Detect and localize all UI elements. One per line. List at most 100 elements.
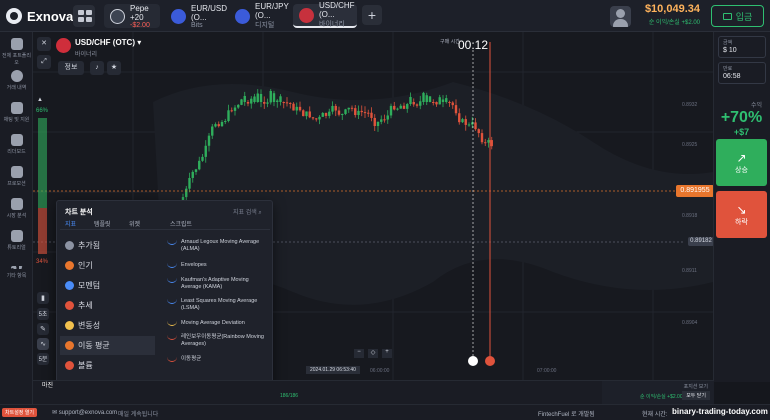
candle-body (448, 102, 451, 103)
live-chat-button[interactable]: 차트설정 열기 (2, 408, 37, 417)
close-icon[interactable]: ✕ (37, 37, 51, 51)
expiry-field[interactable]: 만료 06:58 (718, 62, 766, 84)
sidebar-item-analysis[interactable]: 시장 분석 (0, 198, 33, 219)
tab-indicators[interactable]: 지표 (65, 219, 76, 228)
candle-body (409, 96, 412, 105)
sidebar-label: 거래 내역 (6, 85, 27, 91)
deposit-label: 입금 (735, 11, 753, 22)
sidebar-item-portfolio[interactable]: 전체 포트폴리오 (0, 38, 33, 66)
indicator-lsma[interactable]: Least Squares Moving Average (LSMA) (167, 298, 267, 312)
zoom-fit-button[interactable]: ◇ (368, 349, 378, 358)
candle-body (350, 107, 354, 109)
candle-body (253, 96, 256, 102)
category-volatility[interactable]: 변동성 (60, 316, 155, 335)
expiry-value: 06:58 (723, 73, 741, 80)
candle-body (373, 117, 376, 127)
gift-icon (10, 166, 23, 178)
candle-body (243, 95, 246, 102)
star-icon[interactable]: ★ (107, 61, 121, 75)
indicators-icon[interactable]: ∿ (37, 338, 49, 350)
tab-sub: 바이너리 (319, 21, 345, 28)
avatar[interactable] (610, 6, 631, 27)
tab-scripts[interactable]: 스크립트 (170, 219, 192, 228)
down-button[interactable]: ↘ 하락 (716, 191, 767, 238)
zoom-in-button[interactable]: + (382, 349, 392, 358)
candle-body (432, 102, 435, 103)
tab-eurjpy[interactable]: EUR/JPY (O... 디지털 (229, 2, 291, 29)
indicator-ma[interactable]: 이동평균 (167, 356, 267, 363)
candle-body (207, 135, 211, 146)
momentum-icon (65, 281, 74, 290)
purchase-time-marker[interactable] (468, 356, 478, 366)
asset-selector[interactable]: USD/CHF (OTC) ▾ 바이너리 (75, 38, 141, 58)
payout-label: 수익 (750, 103, 762, 109)
zoom-out-button[interactable]: − (354, 349, 364, 358)
price-axis-label: 0.8918 (682, 213, 698, 219)
sentiment-down: 34% (36, 259, 49, 265)
trend-icon (65, 301, 74, 310)
indicator-kama[interactable]: Kaufman's Adaptive Moving Average (KAMA) (167, 277, 267, 291)
info-button[interactable]: 정보 (58, 61, 84, 75)
category-added[interactable]: 추가됨 (60, 236, 155, 255)
candle-body (337, 110, 341, 115)
support-link[interactable]: ✉ support@exnova.com (52, 409, 117, 416)
chart-type-icon[interactable]: ▮ (37, 292, 49, 304)
candle-body (454, 105, 458, 114)
apps-grid-button[interactable] (73, 5, 95, 27)
tab-eurusd[interactable]: EUR/USD (O... Bits (165, 4, 227, 29)
tab-templates[interactable]: 템플릿 (94, 219, 111, 228)
draw-tool-icon[interactable]: ⤢ (37, 55, 51, 69)
timeframe-5m-button[interactable]: 5분 (37, 353, 49, 365)
sidebar-item-chat[interactable]: 채팅 및 지원 (0, 102, 33, 123)
up-label: 상승 (735, 167, 748, 174)
pencil-icon[interactable]: ✎ (37, 323, 49, 335)
deposit-button[interactable]: 입금 (711, 5, 764, 27)
candle-body (240, 99, 243, 105)
positions-label[interactable]: 포지션 보기 (684, 383, 708, 390)
chart-up-icon: ↗ (736, 151, 747, 165)
candle-body (230, 110, 233, 112)
sidebar-item-more[interactable]: 기타 항목 (0, 262, 33, 279)
positions-pl: 순 이익/손실 +$2.00 (640, 394, 683, 400)
candle-body (185, 188, 188, 198)
balance[interactable]: $10,049.34 순 이익/손실 +$2.00 (640, 3, 700, 26)
candle-body (383, 119, 386, 121)
category-popular[interactable]: 인기 (60, 256, 155, 275)
tab-widgets[interactable]: 위젯 (129, 219, 140, 228)
margin-tab[interactable]: 마진 (42, 380, 53, 389)
candle-body (269, 90, 272, 103)
sidebar-item-history[interactable]: 거래 내역 (0, 70, 33, 91)
amount-label: 금액 (723, 40, 733, 46)
category-volume[interactable]: 볼륨 (60, 356, 155, 375)
tab-usdchf[interactable]: USD/CHF (O... 바이너리 (293, 1, 357, 28)
indicator-search[interactable]: 지표 검색 ⌕ (233, 207, 262, 217)
expiry-marker[interactable] (485, 356, 495, 366)
candle-body (191, 171, 194, 178)
category-momentum[interactable]: 모멘텀 (60, 276, 155, 295)
sidebar-item-leaderboard[interactable]: 리더보드 (0, 134, 33, 155)
candle-body (370, 112, 373, 118)
candle-body (451, 102, 454, 106)
indicator-ma-deviation[interactable]: Moving Average Deviation (167, 320, 267, 327)
tab-pepe[interactable]: Pepe +20 -$2.00 (104, 4, 160, 29)
close-all-button[interactable]: 모두 닫기 (682, 391, 710, 400)
candle-body (308, 111, 311, 118)
sidebar-item-tutorial[interactable]: 튜토리얼 (0, 230, 33, 251)
amount-field[interactable]: 금액 $ 10 (718, 36, 766, 58)
candle-body (331, 105, 334, 112)
category-trend[interactable]: 추세 (60, 296, 155, 315)
candle-body (279, 96, 282, 102)
candle-body (237, 104, 240, 108)
category-moving-average[interactable]: 이동 평균 (60, 336, 155, 355)
up-button[interactable]: ↗ 상승 (716, 139, 767, 186)
candle-body (484, 142, 487, 144)
indicator-envelopes[interactable]: Envelopes (167, 262, 267, 269)
sidebar-item-promo[interactable]: 프로모션 (0, 166, 33, 187)
indicator-alma[interactable]: Arnaud Legoux Moving Average (ALMA) (167, 239, 267, 253)
add-tab-button[interactable]: + (362, 5, 382, 25)
timeframe-5s-button[interactable]: 5초 (37, 308, 49, 320)
indicator-rainbow[interactable]: 레인보우이동평균(Rainbow Moving Averages) (167, 334, 267, 348)
candle-body (435, 102, 438, 105)
app-logo[interactable]: Exnova (6, 8, 73, 24)
bell-icon[interactable]: ♪ (90, 61, 104, 75)
